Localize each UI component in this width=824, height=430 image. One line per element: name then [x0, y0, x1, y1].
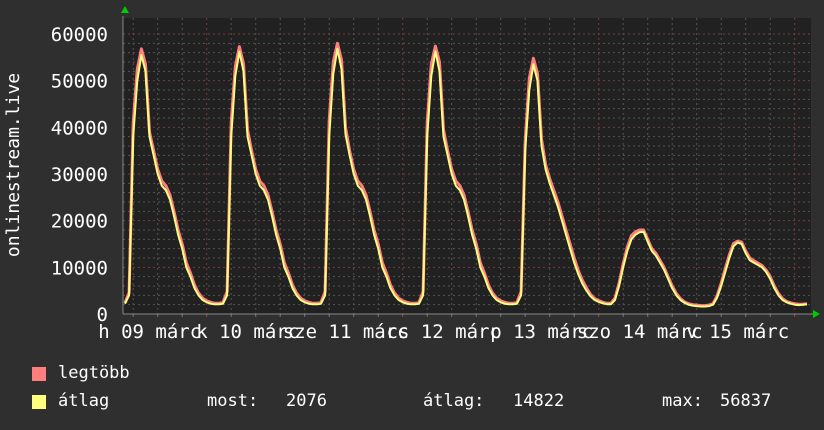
- y-axis-label: onlinestream.live: [3, 73, 24, 257]
- stat-max-value: 56837: [720, 391, 772, 411]
- stat-most-label: most:: [207, 391, 259, 411]
- x-tick-label: cs 12 márc: [387, 321, 501, 343]
- y-tick-label: 40000: [51, 117, 108, 139]
- y-tick-label: 20000: [51, 211, 108, 233]
- legend-swatch-legtobb: [32, 367, 46, 381]
- legend-label-legtobb: legtöbb: [58, 363, 130, 383]
- stat-atlag-value: 14822: [513, 391, 565, 411]
- stat-most-value: 2076: [286, 391, 327, 411]
- legend-label-atlag: átlag: [58, 391, 110, 411]
- y-tick-label: 30000: [51, 164, 108, 186]
- stat-atlag-label: átlag:: [423, 391, 485, 411]
- x-tick-label: h 09 márc: [98, 321, 201, 343]
- y-axis-arrow-icon: [121, 6, 129, 13]
- x-tick-label: v 15 márc: [686, 321, 789, 343]
- stat-max-label: max:: [662, 391, 703, 411]
- x-axis-arrow-icon: [813, 310, 820, 318]
- y-tick-label: 60000: [51, 24, 108, 46]
- legend-swatch-atlag: [32, 395, 46, 409]
- y-tick-label: 10000: [51, 257, 108, 279]
- y-tick-label: 50000: [51, 71, 108, 93]
- x-tick-label: szo 14 márc: [577, 321, 703, 343]
